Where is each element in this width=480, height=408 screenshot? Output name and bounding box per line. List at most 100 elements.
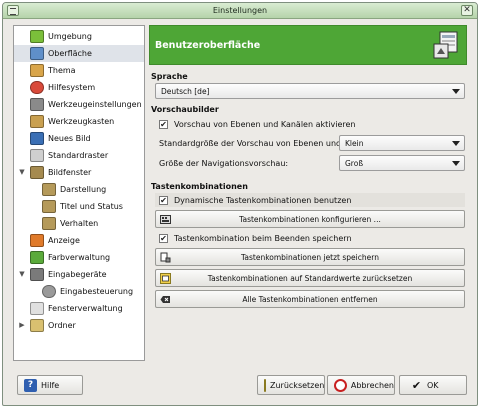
collapse-arrow-icon[interactable]: ▼	[18, 270, 26, 278]
sidebar-item-hilfesystem[interactable]: Hilfesystem	[14, 79, 144, 96]
sidebar-item-label: Werkzeugeinstellungen	[48, 100, 142, 109]
save-shortcuts-now-label: Tastenkombinationen jetzt speichern	[241, 252, 379, 262]
sidebar-item-label: Werkzeugkasten	[48, 117, 115, 126]
keyboard-icon	[160, 215, 171, 224]
appearance-icon	[42, 183, 56, 196]
theme-icon	[30, 64, 44, 77]
help-icon: ?	[24, 378, 37, 392]
sidebar-item-label: Darstellung	[60, 185, 107, 194]
language-value: Deutsch [de]	[161, 87, 210, 96]
sidebar-item-bildfenster[interactable]: ▼ Bildfenster	[14, 164, 144, 181]
sidebar-item-werkzeugeinstellungen[interactable]: Werkzeugeinstellungen	[14, 96, 144, 113]
sidebar-item-eingabegeraete[interactable]: ▼ Eingabegeräte	[14, 266, 144, 283]
remove-all-shortcuts-button[interactable]: Alle Tastenkombinationen entfernen	[155, 290, 465, 308]
expand-arrow-icon[interactable]: ▶	[18, 321, 26, 329]
interface-preferences-icon	[433, 31, 458, 59]
checkbox-checked-icon[interactable]: ✔	[159, 119, 168, 129]
environment-icon	[30, 30, 44, 43]
sidebar-item-label: Titel und Status	[60, 202, 123, 211]
sidebar-item-label: Standardraster	[48, 151, 109, 160]
display-icon	[30, 234, 44, 247]
ok-button[interactable]: ✔ OK	[399, 375, 467, 395]
interface-icon	[30, 47, 44, 60]
language-select[interactable]: Deutsch [de]	[155, 83, 465, 99]
sidebar-item-label: Umgebung	[48, 32, 92, 41]
sidebar-item-label: Neues Bild	[48, 134, 91, 143]
sidebar-item-label: Eingabesteuerung	[60, 287, 134, 296]
window-menu-icon[interactable]	[7, 5, 19, 16]
sidebar-item-label: Farbverwaltung	[48, 253, 111, 262]
sidebar-item-eingabesteuerung[interactable]: Eingabesteuerung	[14, 283, 144, 300]
sidebar-item-label: Hilfesystem	[48, 83, 96, 92]
page-header: Benutzeroberfläche	[149, 25, 467, 65]
sidebar-item-standardraster[interactable]: Standardraster	[14, 147, 144, 164]
sidebar-item-ordner[interactable]: ▶ Ordner	[14, 317, 144, 334]
input-controllers-icon	[42, 285, 56, 298]
configure-shortcuts-button[interactable]: Tastenkombinationen konfigurieren ...	[155, 210, 465, 228]
remove-all-shortcuts-label: Alle Tastenkombinationen entfernen	[242, 294, 378, 304]
save-on-exit-label: Tastenkombination beim Beenden speichern	[174, 233, 352, 243]
sidebar-item-titel-status[interactable]: Titel und Status	[14, 198, 144, 215]
checkbox-checked-icon[interactable]: ✔	[159, 233, 168, 243]
sidebar-item-neues-bild[interactable]: Neues Bild	[14, 130, 144, 147]
dynamic-shortcuts-label: Dynamische Tastenkombinationen benutzen	[174, 195, 352, 205]
reset-label: Zurücksetzen	[270, 380, 325, 390]
sidebar-item-werkzeugkasten[interactable]: Werkzeugkasten	[14, 113, 144, 130]
reset-shortcuts-button[interactable]: Tastenkombinationen auf Standardwerte zu…	[155, 269, 465, 287]
enable-previews-checkbox[interactable]: ✔ Vorschau von Ebenen und Kanälen aktivi…	[159, 118, 355, 130]
reset-button[interactable]: Zurücksetzen	[257, 375, 325, 395]
new-image-icon	[30, 132, 44, 145]
sidebar-item-oberflaeche[interactable]: Oberfläche	[14, 45, 144, 62]
help-button[interactable]: ? Hilfe	[17, 375, 83, 395]
help-label: Hilfe	[41, 380, 60, 390]
save-on-exit-checkbox[interactable]: ✔ Tastenkombination beim Beenden speiche…	[159, 232, 352, 244]
sidebar-item-darstellung[interactable]: Darstellung	[14, 181, 144, 198]
sidebar-item-thema[interactable]: Thema	[14, 62, 144, 79]
toolbox-icon	[30, 115, 44, 128]
sidebar-item-label: Bildfenster	[48, 168, 92, 177]
save-shortcuts-now-button[interactable]: Tastenkombinationen jetzt speichern	[155, 248, 465, 266]
tool-options-icon	[30, 98, 44, 111]
preferences-window: Einstellungen ✕ Umgebung Oberfläche Them…	[2, 2, 478, 406]
clear-icon	[160, 296, 170, 303]
configure-shortcuts-label: Tastenkombinationen konfigurieren ...	[239, 214, 381, 224]
ok-checkmark-icon: ✔	[411, 378, 422, 392]
sidebar-item-anzeige[interactable]: Anzeige	[14, 232, 144, 249]
color-management-icon	[30, 251, 44, 264]
keyboard-shortcuts-heading: Tastenkombinationen	[151, 182, 248, 191]
window-management-icon	[30, 302, 44, 315]
cancel-label: Abbrechen	[350, 380, 394, 390]
dynamic-shortcuts-checkbox[interactable]: ✔ Dynamische Tastenkombinationen benutze…	[159, 194, 351, 206]
sidebar-item-label: Fensterverwaltung	[48, 304, 123, 313]
sidebar-item-umgebung[interactable]: Umgebung	[14, 28, 144, 45]
title-status-icon	[42, 200, 56, 213]
navigation-preview-size-select[interactable]: Groß	[339, 155, 465, 171]
sidebar-item-fensterverwaltung[interactable]: Fensterverwaltung	[14, 300, 144, 317]
page-title: Benutzeroberfläche	[155, 40, 261, 51]
help-system-icon	[30, 81, 44, 94]
sidebar-item-label: Eingabegeräte	[48, 270, 107, 279]
close-icon[interactable]: ✕	[461, 5, 473, 16]
cancel-icon	[334, 378, 347, 392]
navigation-preview-size-label: Größe der Navigationsvorschau:	[159, 159, 289, 168]
image-window-icon	[30, 166, 44, 179]
sidebar-item-farbverwaltung[interactable]: Farbverwaltung	[14, 249, 144, 266]
dropdown-arrow-icon	[452, 161, 460, 166]
reset-icon	[264, 378, 266, 392]
reset-shortcuts-icon	[160, 273, 171, 284]
folder-icon	[30, 319, 44, 332]
dropdown-arrow-icon	[452, 141, 460, 146]
behavior-icon	[42, 217, 56, 230]
cancel-button[interactable]: Abbrechen	[327, 375, 395, 395]
enable-previews-label: Vorschau von Ebenen und Kanälen aktivier…	[174, 119, 356, 129]
preferences-tree[interactable]: Umgebung Oberfläche Thema Hilfesystem We…	[13, 25, 145, 361]
collapse-arrow-icon[interactable]: ▼	[18, 168, 26, 176]
sidebar-item-verhalten[interactable]: Verhalten	[14, 215, 144, 232]
checkbox-checked-icon[interactable]: ✔	[159, 195, 168, 205]
reset-shortcuts-label: Tastenkombinationen auf Standardwerte zu…	[207, 273, 413, 283]
sidebar-item-label: Ordner	[48, 321, 76, 330]
window-title: Einstellungen	[212, 6, 268, 15]
input-devices-icon	[30, 268, 44, 281]
preview-size-select[interactable]: Klein	[339, 135, 465, 151]
dropdown-arrow-icon	[452, 89, 460, 94]
